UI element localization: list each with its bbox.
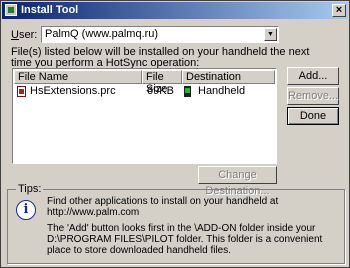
chevron-down-icon[interactable]: ▼ xyxy=(264,28,277,41)
prc-file-icon xyxy=(17,86,26,97)
close-button[interactable]: × xyxy=(332,4,346,17)
file-name: HsExtensions.prc xyxy=(30,85,116,97)
tip-line3: The 'Add' button looks first in the \ADD… xyxy=(47,223,316,234)
user-label-accelerator: U xyxy=(11,29,19,41)
tip-line5: place to store downloaded handheld files… xyxy=(47,245,232,256)
window-title: Install Tool xyxy=(21,4,79,16)
install-tool-window: Install Tool × User: PalmQ (www.palmq.ru… xyxy=(0,0,350,268)
user-select[interactable]: PalmQ (www.palmq.ru) ▼ xyxy=(41,26,279,43)
title-bar[interactable]: Install Tool × xyxy=(2,2,348,19)
info-icon: i xyxy=(16,200,36,220)
remove-button[interactable]: Remove... xyxy=(287,87,339,105)
file-size: 69KB xyxy=(147,85,174,97)
tips-title: Tips: xyxy=(16,183,44,195)
done-button[interactable]: Done xyxy=(287,107,339,125)
file-destination: Handheld xyxy=(198,85,246,97)
user-label: User: xyxy=(11,29,37,41)
add-button[interactable]: Add... xyxy=(287,67,339,85)
tip-line4: D:\PROGRAM FILES\PILOT folder. This fold… xyxy=(47,234,323,245)
app-icon xyxy=(5,4,17,16)
tips-group: Tips: i Find other applications to insta… xyxy=(7,183,345,264)
tip-line2: http://www.palm.com xyxy=(47,207,140,218)
user-select-value: PalmQ (www.palmq.ru) xyxy=(45,28,159,40)
tip-line1: Find other applications to install on yo… xyxy=(47,196,279,207)
column-header-file-size[interactable]: File Size xyxy=(142,70,182,95)
user-label-rest: ser: xyxy=(18,29,38,41)
handheld-icon xyxy=(184,86,191,97)
column-header-destination[interactable]: Destination xyxy=(182,70,275,84)
change-destination-button[interactable]: Change Destination... xyxy=(198,166,277,197)
install-file-list[interactable]: File Name File Size Destination HsExtens… xyxy=(12,68,277,164)
list-item[interactable]: HsExtensions.prc 69KB Handheld xyxy=(15,85,274,98)
column-header-file-name[interactable]: File Name xyxy=(14,70,142,84)
